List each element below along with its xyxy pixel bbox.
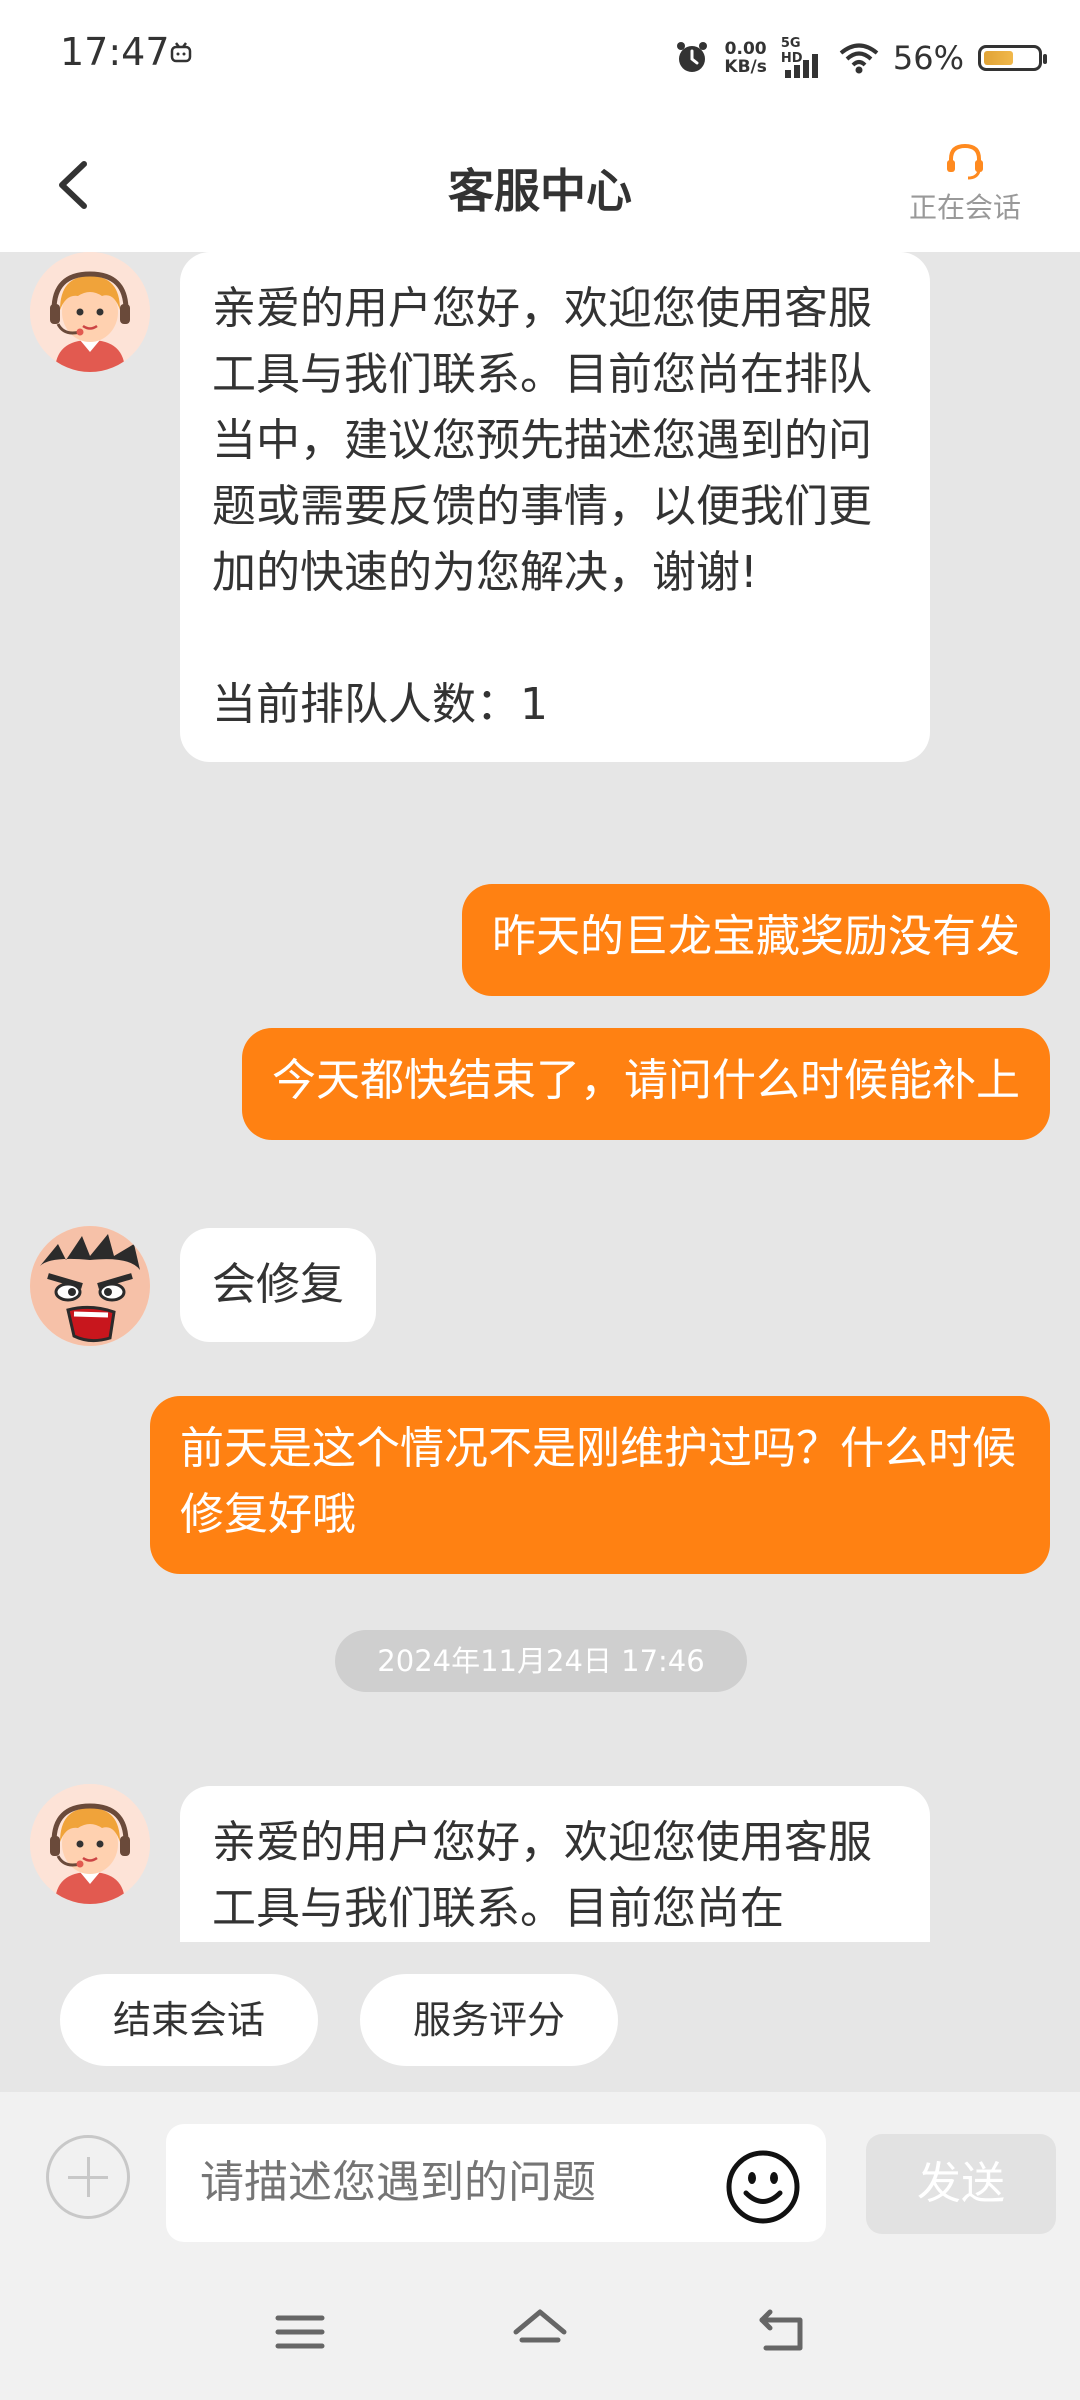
battery-percent: 56% <box>892 39 964 77</box>
agent-avatar <box>30 1226 150 1346</box>
message-input-bar: 发送 <box>0 2092 1080 2262</box>
message-text: 前天是这个情况不是刚维护过吗？什么时候修复好哦 <box>180 1423 1016 1540</box>
network-speed: 0.00 KB/s <box>724 40 766 76</box>
message-timestamp: 2024年11月24日 17:46 <box>335 1630 747 1692</box>
angry-face-avatar-icon <box>30 1226 150 1346</box>
header: 客服中心 正在会话 <box>0 120 1080 252</box>
quick-actions-bar: 结束会话 服务评分 <box>0 1942 1080 2092</box>
agent-message-bubble: 亲爱的用户您好，欢迎您使用客服工具与我们联系。目前您尚在 <box>180 1786 930 1942</box>
headset-icon <box>947 143 983 180</box>
alarm-clock-icon <box>677 42 708 72</box>
user-message-bubble: 昨天的巨龙宝藏奖励没有发 <box>462 884 1050 996</box>
app-notification-icon <box>170 42 192 63</box>
network-speed-unit: KB/s <box>724 57 767 77</box>
user-message-bubble: 前天是这个情况不是刚维护过吗？什么时候修复好哦 <box>150 1396 1050 1574</box>
session-status-label: 正在会话 <box>908 191 1021 224</box>
status-time: 17:47 <box>60 30 170 74</box>
queue-count-text: 当前排队人数：1 <box>212 679 548 730</box>
emoji-button[interactable] <box>724 2148 802 2226</box>
agent-avatar-icon <box>30 1784 150 1904</box>
add-attachment-button[interactable] <box>46 2135 130 2219</box>
agent-message-bubble: 会修复 <box>180 1228 376 1342</box>
cellular-signal: 5G HD <box>781 36 825 78</box>
message-text: 会修复 <box>212 1259 344 1310</box>
agent-message-bubble: 亲爱的用户您好，欢迎您使用客服工具与我们联系。目前您尚在排队当中，建议您预先描述… <box>180 252 930 762</box>
chat-messages[interactable]: 亲爱的用户您好，欢迎您使用客服工具与我们联系。目前您尚在排队当中，建议您预先描述… <box>0 252 1080 1942</box>
user-message-bubble: 今天都快结束了，请问什么时候能补上 <box>242 1028 1050 1140</box>
send-button[interactable]: 发送 <box>866 2134 1056 2234</box>
message-text: 亲爱的用户您好，欢迎您使用客服工具与我们联系。目前您尚在排队当中，建议您预先描述… <box>212 283 872 598</box>
back-nav-icon[interactable] <box>752 2302 812 2362</box>
session-status[interactable]: 正在会话 <box>900 138 1030 226</box>
rate-service-button[interactable]: 服务评分 <box>360 1974 618 2066</box>
status-bar: 17:47 0.00 KB/s 5G HD 56% <box>0 0 1080 120</box>
message-text: 亲爱的用户您好，欢迎您使用客服工具与我们联系。目前您尚在 <box>212 1817 872 1934</box>
agent-avatar <box>30 252 150 372</box>
agent-avatar-icon <box>30 252 150 372</box>
menu-icon[interactable] <box>270 2302 330 2362</box>
end-session-button[interactable]: 结束会话 <box>60 1974 318 2066</box>
signal-bars-icon <box>784 54 818 78</box>
message-text: 昨天的巨龙宝藏奖励没有发 <box>492 911 1020 962</box>
battery-icon <box>978 45 1047 71</box>
agent-avatar <box>30 1784 150 1904</box>
home-icon[interactable] <box>510 2302 570 2362</box>
network-speed-value: 0.00 <box>724 39 767 59</box>
message-text: 今天都快结束了，请问什么时候能补上 <box>272 1055 1020 1106</box>
wifi-icon <box>839 43 879 74</box>
system-nav-bar <box>0 2262 1080 2400</box>
